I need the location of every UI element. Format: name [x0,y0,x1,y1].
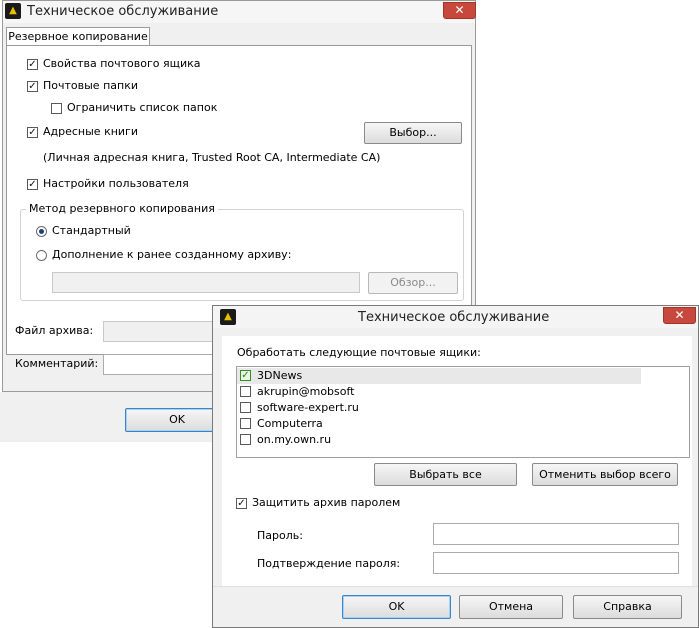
app-bat-icon: ▲ [5,3,21,19]
append-method-label: Дополнение к ранее созданному архиву: [52,248,292,261]
mailbox-name: 3DNews [257,369,303,382]
mailbox-properties-checkbox[interactable] [27,59,38,70]
tab-backup[interactable]: Резервное копирование [6,27,150,46]
mailbox-list[interactable]: 3DNews akrupin@mobsoft software-expert.r… [236,366,690,458]
password-field[interactable] [433,523,679,545]
list-item[interactable]: on.my.own.ru [237,432,641,448]
list-item[interactable]: akrupin@mobsoft [237,384,641,400]
back-window-title: Техническое обслуживание [27,4,219,19]
mail-folders-label: Почтовые папки [43,79,138,92]
dialog-content: Обработать следующие почтовые ящики: 3DN… [222,336,692,591]
comment-field[interactable] [103,354,213,375]
mailbox-checkbox[interactable] [240,370,251,381]
mailbox-checkbox[interactable] [240,418,251,429]
address-books-label: Адресные книги [43,125,138,138]
password-label: Пароль: [257,529,303,542]
select-all-button[interactable]: Выбрать все [374,463,517,486]
mailbox-name: Computerra [257,417,323,430]
back-window-close-button[interactable]: ✕ [443,2,476,19]
front-window-close-button[interactable]: ✕ [663,307,696,324]
ok-button[interactable]: OK [342,595,451,619]
protect-archive-checkbox[interactable] [236,498,247,509]
standard-method-label: Стандартный [52,224,131,237]
select-address-books-button[interactable]: Выбор... [364,122,462,144]
app-bat-icon: ▲ [220,309,236,325]
append-method-radio[interactable] [36,250,47,261]
mailbox-checkbox[interactable] [240,402,251,413]
archive-file-label: Файл архива: [15,324,94,337]
user-settings-label: Настройки пользователя [43,177,189,190]
cancel-button[interactable]: Отмена [459,595,563,619]
append-archive-path-field[interactable] [52,272,360,293]
mailbox-name: on.my.own.ru [257,433,332,446]
mailbox-name: akrupin@mobsoft [257,385,355,398]
standard-method-radio[interactable] [36,226,47,237]
archive-file-field[interactable] [103,321,213,342]
mailbox-name: software-expert.ru [257,401,359,414]
comment-label: Комментарий: [15,357,99,370]
mailboxes-label: Обработать следующие почтовые ящики: [237,346,481,359]
limit-folders-checkbox[interactable] [51,103,62,114]
list-item[interactable]: 3DNews [237,368,641,384]
protect-archive-label: Защитить архив паролем [252,496,401,509]
front-window-titlebar[interactable]: ▲ Техническое обслуживание ✕ [213,306,698,328]
backup-method-group: Метод резервного копирования Стандартный… [20,202,464,301]
confirm-password-label: Подтверждение пароля: [257,557,401,570]
user-settings-checkbox[interactable] [27,179,38,190]
address-books-checkbox[interactable] [27,127,38,138]
list-item[interactable]: software-expert.ru [237,400,641,416]
mailbox-checkbox[interactable] [240,434,251,445]
help-button[interactable]: Справка [573,595,682,619]
back-window-titlebar[interactable]: ▲ Техническое обслуживание ✕ [3,1,476,23]
backup-method-title: Метод резервного копирования [26,202,218,215]
browse-button[interactable]: Обзор... [368,272,458,294]
front-window-title: Техническое обслуживание [358,310,550,325]
list-item[interactable]: Computerra [237,416,641,432]
mailbox-checkbox[interactable] [240,386,251,397]
confirm-password-field[interactable] [433,552,679,574]
address-books-note: (Личная адресная книга, Trusted Root CA,… [43,151,381,164]
mailbox-properties-label: Свойства почтового ящика [43,57,201,70]
dialog-button-bar: OK Отмена Справка [213,586,698,627]
mailbox-selection-dialog: ▲ Техническое обслуживание ✕ Обработать … [212,305,699,628]
deselect-all-button[interactable]: Отменить выбор всего [532,463,678,486]
mail-folders-checkbox[interactable] [27,81,38,92]
limit-folders-label: Ограничить список папок [67,101,218,114]
